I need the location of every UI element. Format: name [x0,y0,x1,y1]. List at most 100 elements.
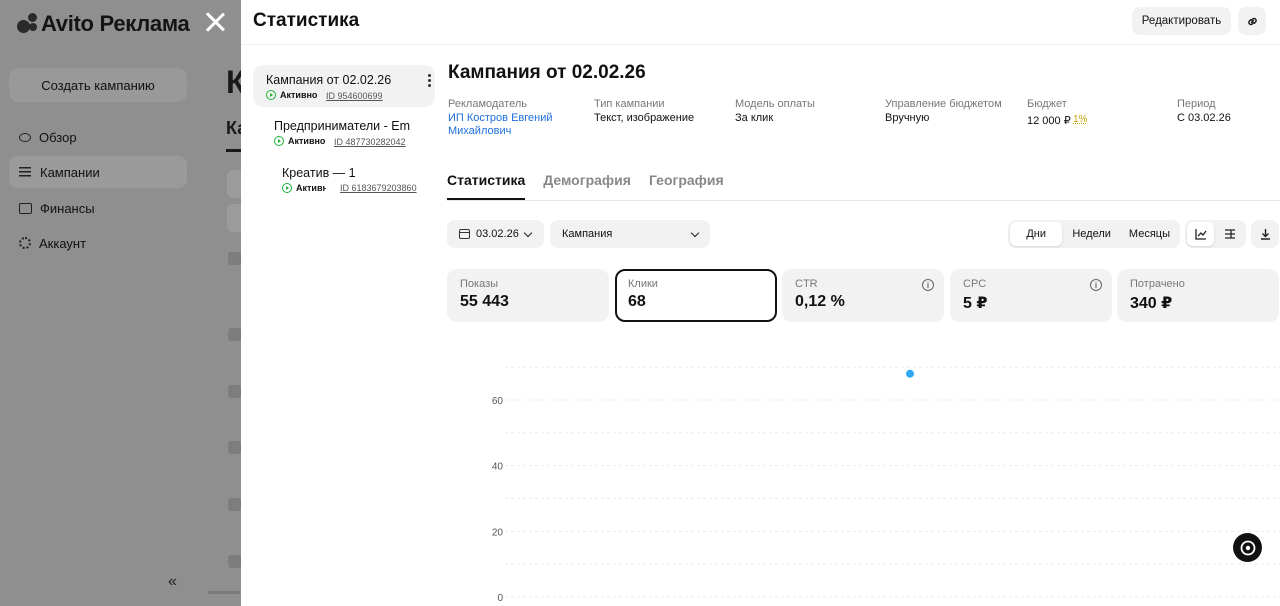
wallet-icon [19,202,32,214]
copy-link-button[interactable] [1238,7,1266,35]
background-filter-chip [227,204,241,232]
period-days-button[interactable]: Дни [1010,222,1063,246]
tab-statistics[interactable]: Статистика [447,172,526,200]
campaign-status-label: Активно [280,90,318,100]
budget-label: Бюджет [1027,98,1067,110]
budget-management-label: Управление бюджетом [885,98,1002,110]
nav-item-label: Обзор [39,129,77,145]
close-icon[interactable] [202,9,228,35]
campaign-item[interactable]: Кампания от 02.02.26 Активно ID 95460069… [253,65,435,107]
background-scrollbar [208,591,240,594]
period-weeks-button[interactable]: Недели [1064,222,1119,246]
metric-value: 340 ₽ [1130,295,1173,312]
level-selector-value: Кампания [562,228,613,240]
metric-card-spent[interactable]: Потрачено 340 ₽ [1117,269,1279,322]
payment-model-label: Модель оплаты [735,98,815,110]
campaign-id[interactable]: ID 954600699 [326,91,383,101]
campaign-status: Активно [282,183,326,193]
line-chart-icon [1194,229,1207,240]
background-tab-underline [226,149,242,152]
nav-item-account[interactable]: Аккаунт [9,227,187,259]
background-filter-chip [227,170,241,198]
nav-item-label: Аккаунт [39,235,87,251]
budget-usage-percent[interactable]: 1% [1073,114,1087,125]
metric-label: CTR [795,278,818,290]
help-button[interactable] [1233,533,1262,562]
background-row-checkbox [228,328,241,341]
chart-data-point[interactable] [906,369,914,378]
tab-demography[interactable]: Демография [543,172,631,200]
gear-icon [19,237,31,249]
campaign-status: Активно [266,90,317,100]
chart-view-button[interactable] [1187,222,1214,246]
date-selector[interactable]: 03.02.26 [447,220,544,248]
active-status-icon [274,136,284,146]
metric-card-cpc[interactable]: CPC 5 ₽ i [950,269,1112,322]
budget-value: 12 000 ₽ [1027,115,1071,127]
calendar-icon [459,229,470,239]
advertiser-link[interactable]: ИП Костров Евгений Михайлович [448,112,568,138]
tab-geography[interactable]: География [649,172,724,200]
budget-management-value: Вручную [885,112,930,124]
create-campaign-button[interactable]: Создать кампанию [9,68,187,102]
collapse-sidebar-icon[interactable]: « [168,573,177,591]
period-months-button[interactable]: Месяцы [1121,222,1178,246]
period-label: Период [1177,98,1216,110]
campaign-id[interactable]: ID 487730282042 [334,137,406,147]
campaign-status-label: Активно [288,136,326,146]
y-tick-label: 60 [492,396,504,407]
advertiser-label: Рекламодатель [448,98,527,110]
table-icon [1224,229,1235,239]
more-options-icon[interactable] [427,74,431,88]
stats-tabs: Статистика Демография География [447,172,724,200]
date-selector-value: 03.02.26 [476,228,519,240]
list-icon [19,166,32,179]
campaign-status: Активно [274,136,325,146]
level-selector[interactable]: Кампания [550,220,710,248]
campaign-type-label: Тип кампании [594,98,665,110]
y-tick-label: 20 [492,527,504,538]
background-row-checkbox [228,441,241,454]
payment-model-value: За клик [735,112,774,124]
y-tick-label: 0 [497,593,503,604]
view-switcher [1185,220,1246,248]
eye-icon [19,132,31,142]
metric-card-ctr[interactable]: CTR 0,12 % i [782,269,944,322]
info-icon[interactable]: i [922,279,934,291]
chevron-down-icon [523,228,533,237]
tabs-divider [447,200,1280,201]
link-icon [1247,17,1257,25]
period-switcher: Дни Недели Месяцы [1008,220,1180,248]
metric-label: Потрачено [1130,278,1185,290]
nav-item-label: Кампании [40,164,100,180]
campaign-type-value: Текст, изображение [594,112,695,124]
table-view-button[interactable] [1216,222,1243,246]
metric-card-impressions[interactable]: Показы 55 443 [447,269,609,322]
campaign-status-label: Активно [296,183,326,193]
background-row-checkbox [228,385,241,398]
info-icon[interactable]: i [1090,279,1102,291]
chevron-down-icon [690,228,700,237]
statistics-panel: Статистика Редактировать Кампания от 02.… [241,0,1280,606]
clicks-chart: 60 40 20 0 [492,366,1280,604]
nav-item-finance[interactable]: Финансы [9,192,187,224]
y-tick-label: 40 [492,462,504,473]
help-icon [1240,540,1255,555]
campaign-name: Кампания от 02.02.26 [266,73,392,87]
active-status-icon [282,183,292,193]
metric-label: CPC [963,278,987,290]
nav-item-campaigns[interactable]: Кампании [9,156,187,188]
campaign-id[interactable]: ID 6183679203860 [340,183,418,193]
active-status-icon [266,90,276,100]
campaign-item[interactable]: Креатив — 1 Активно ID 6183679203860 [269,159,419,199]
avito-logo[interactable]: Avito Реклама [17,11,190,37]
panel-title: Статистика [253,10,360,31]
campaign-item[interactable]: Предприниматели - Em Активно ID 48773028… [261,112,421,152]
metric-card-clicks[interactable]: Клики 68 [615,269,777,322]
nav-item-overview[interactable]: Обзор [9,121,187,153]
download-button[interactable] [1251,220,1279,248]
metric-value: 0,12 % [795,293,845,310]
background-row-checkbox [228,252,241,265]
edit-button[interactable]: Редактировать [1132,7,1231,35]
avito-logo-icon [17,13,39,35]
